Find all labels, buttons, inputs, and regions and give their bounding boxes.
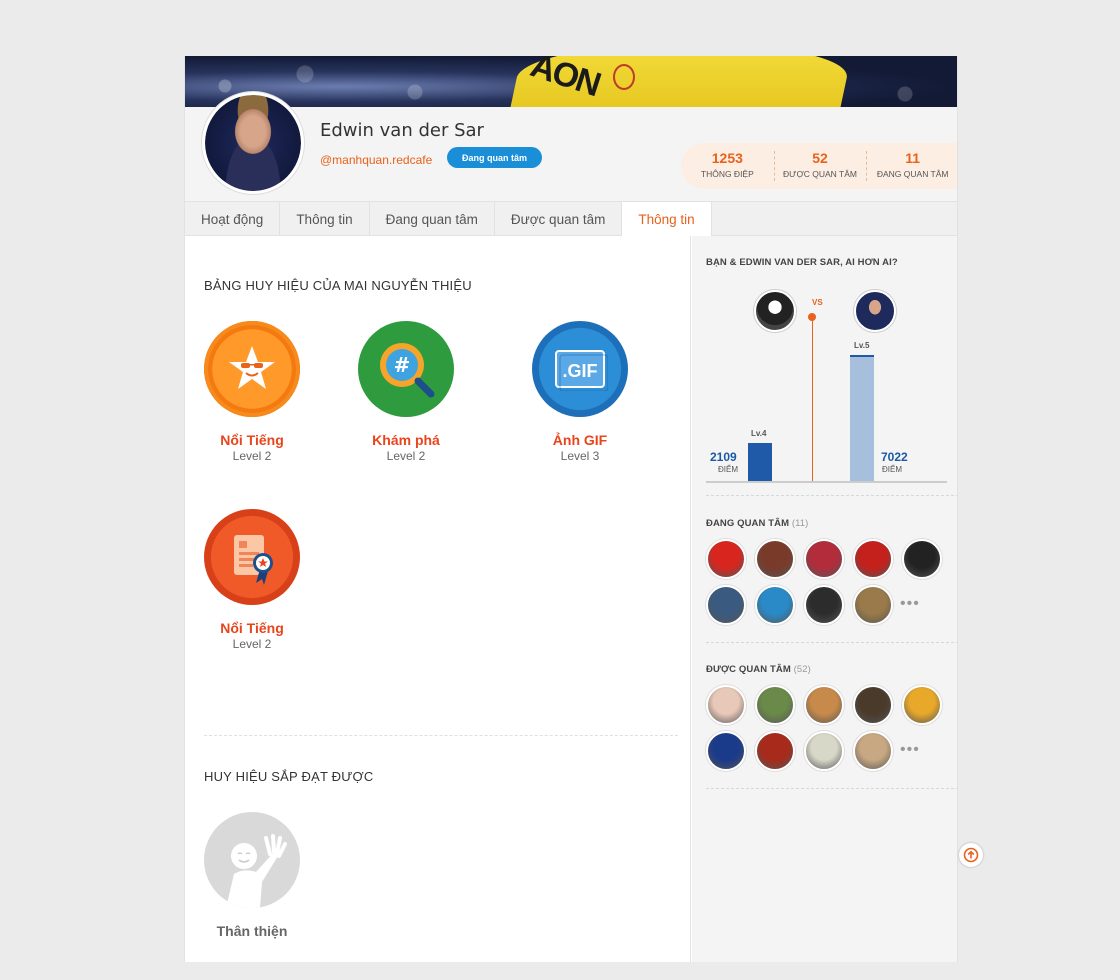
following-count: (11) xyxy=(791,518,809,529)
tab-following[interactable]: Đang quan tâm xyxy=(370,202,495,236)
stat-label: ĐANG QUAN TÂM xyxy=(876,169,949,179)
badges-section-title: BẢNG HUY HIỆU CỦA MAI NGUYỄN THIỆU xyxy=(204,278,472,293)
badge-name: Khám phá xyxy=(372,432,440,448)
following-more-button[interactable]: ••• xyxy=(900,595,920,613)
following-button[interactable]: Đang quan tâm xyxy=(447,147,542,168)
following-title: ĐANG QUAN TÂM (11) xyxy=(706,518,808,529)
badge-famous[interactable]: Nổi Tiếng Level 2 xyxy=(192,321,312,463)
opponent-score-bar xyxy=(850,355,874,481)
badge-name: Thân thiện xyxy=(216,923,288,939)
section-divider xyxy=(706,495,957,496)
badge-level: Level 3 xyxy=(560,449,600,463)
arrow-up-circle-icon xyxy=(963,847,979,863)
following-title-text: ĐANG QUAN TÂM xyxy=(706,518,790,529)
badge-level: Level 2 xyxy=(386,449,426,463)
star-sunglasses-icon xyxy=(204,321,300,417)
stat-value: 1253 xyxy=(711,150,743,166)
certificate-ribbon-icon xyxy=(204,509,300,605)
opponent-points-label: ĐIỂM xyxy=(882,465,902,474)
vs-label: VS xyxy=(812,298,823,307)
badges-panel: BẢNG HUY HIỆU CỦA MAI NGUYỄN THIỆU Nổi T… xyxy=(185,236,691,962)
opponent-points: 7022 xyxy=(881,450,908,464)
followers-more-button[interactable]: ••• xyxy=(900,741,920,759)
user-avatar[interactable] xyxy=(804,539,844,579)
tab-activity[interactable]: Hoạt động xyxy=(185,202,281,236)
badge-name: Nổi Tiếng xyxy=(220,620,284,636)
my-avatar[interactable] xyxy=(754,290,796,332)
badge-famous-certificate[interactable]: Nổi Tiếng Level 2 xyxy=(192,509,312,651)
followers-title: ĐƯỢC QUAN TÂM (52) xyxy=(706,664,811,675)
profile-avatar[interactable] xyxy=(202,92,304,194)
stat-followers[interactable]: 52 ĐƯỢC QUAN TÂM xyxy=(773,143,867,189)
waving-person-icon xyxy=(204,812,300,908)
my-points-label: ĐIỂM xyxy=(718,465,738,474)
badge-name: Nổi Tiếng xyxy=(220,432,284,448)
badge-friendly-locked[interactable]: Thân thiện xyxy=(192,812,312,939)
stat-label: THÔNG ĐIỆP xyxy=(700,169,754,179)
badge-gif[interactable]: .GIF Ảnh GIF Level 3 xyxy=(520,321,640,463)
user-avatar[interactable] xyxy=(853,731,893,771)
user-avatar[interactable] xyxy=(853,585,893,625)
section-divider xyxy=(706,642,957,643)
opponent-avatar[interactable] xyxy=(854,290,896,332)
badge-level: Level 2 xyxy=(232,637,272,651)
club-crest-icon xyxy=(613,64,635,90)
my-points: 2109 xyxy=(710,450,737,464)
user-avatar[interactable] xyxy=(902,539,942,579)
user-avatar[interactable] xyxy=(706,685,746,725)
stat-value: 11 xyxy=(905,150,921,166)
scroll-to-top-button[interactable] xyxy=(959,843,983,867)
user-avatar[interactable] xyxy=(804,731,844,771)
user-avatar[interactable] xyxy=(706,585,746,625)
section-divider xyxy=(706,788,957,789)
profile-stats: 1253 THÔNG ĐIỆP 52 ĐƯỢC QUAN TÂM 11 ĐANG… xyxy=(681,143,957,189)
user-avatar[interactable] xyxy=(853,539,893,579)
followers-count: (52) xyxy=(793,664,811,675)
gif-icon: .GIF xyxy=(532,321,628,417)
user-avatar[interactable] xyxy=(755,685,795,725)
tab-followers[interactable]: Được quan tâm xyxy=(495,202,623,236)
stat-value: 52 xyxy=(812,150,828,166)
hashtag-magnifier-icon: # xyxy=(358,321,454,417)
opponent-level-label: Lv.5 xyxy=(854,341,870,350)
upcoming-section-title: HUY HIỆU SẮP ĐẠT ĐƯỢC xyxy=(204,769,374,784)
user-avatar[interactable] xyxy=(853,685,893,725)
tab-badges-info[interactable]: Thông tin xyxy=(622,202,712,237)
section-divider xyxy=(204,735,678,736)
user-avatar[interactable] xyxy=(902,685,942,725)
chart-baseline xyxy=(706,481,947,483)
stat-label: ĐƯỢC QUAN TÂM xyxy=(783,169,857,179)
user-avatar[interactable] xyxy=(755,539,795,579)
badge-name: Ảnh GIF xyxy=(552,432,608,448)
badge-level: Level 2 xyxy=(232,449,272,463)
stat-messages[interactable]: 1253 THÔNG ĐIỆP xyxy=(681,143,774,189)
my-level-label: Lv.4 xyxy=(751,429,767,438)
user-avatar[interactable] xyxy=(804,585,844,625)
user-avatar[interactable] xyxy=(804,685,844,725)
profile-tabs: Hoạt động Thông tin Đang quan tâm Được q… xyxy=(185,202,957,237)
followers-title-text: ĐƯỢC QUAN TÂM xyxy=(706,664,791,675)
user-avatar[interactable] xyxy=(755,731,795,771)
profile-name: Edwin van der Sar xyxy=(320,120,484,141)
user-avatar[interactable] xyxy=(706,731,746,771)
cover-photo: AON xyxy=(185,56,957,107)
tab-info[interactable]: Thông tin xyxy=(280,202,370,236)
svg-text:#: # xyxy=(394,353,411,377)
compare-title: BẠN & EDWIN VAN DER SAR, AI HƠN AI? xyxy=(706,257,898,268)
right-sidebar: BẠN & EDWIN VAN DER SAR, AI HƠN AI? VS L… xyxy=(692,236,957,962)
vs-line xyxy=(811,319,813,482)
user-avatar[interactable] xyxy=(755,585,795,625)
profile-handle[interactable]: @manhquan.redcafe xyxy=(320,153,432,167)
profile-card: AON Edwin van der Sar @manhquan.redcafe … xyxy=(184,56,958,962)
stat-following[interactable]: 11 ĐANG QUAN TÂM xyxy=(866,143,957,189)
my-score-bar xyxy=(748,443,772,481)
svg-text:.GIF: .GIF xyxy=(563,361,598,381)
badge-explore[interactable]: # Khám phá Level 2 xyxy=(346,321,466,463)
user-avatar[interactable] xyxy=(706,539,746,579)
